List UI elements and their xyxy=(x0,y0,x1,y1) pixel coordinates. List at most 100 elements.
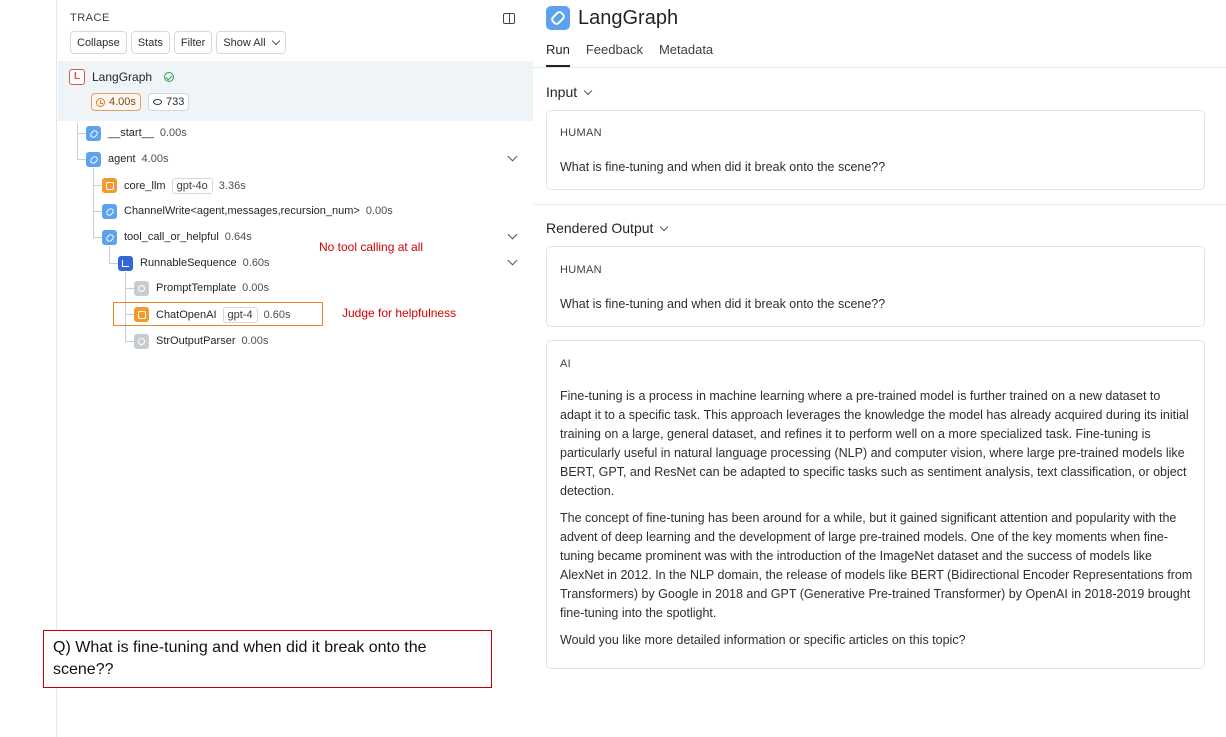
detail-tabs: Run Feedback Metadata xyxy=(546,42,713,67)
chain-icon xyxy=(86,152,101,167)
output-section-header[interactable]: Rendered Output xyxy=(546,220,669,236)
ai-paragraph: The concept of fine-tuning has been arou… xyxy=(560,511,1193,620)
token-badge: 733 xyxy=(148,93,190,111)
stats-button[interactable]: Stats xyxy=(130,31,170,54)
chain-icon xyxy=(102,230,117,245)
chain-icon xyxy=(546,6,570,30)
chevron-down-icon xyxy=(583,86,593,95)
tree-connector xyxy=(77,133,86,134)
trace-node-chatopenai[interactable]: ChatOpenAI gpt-4 0.60s xyxy=(156,307,291,323)
chain-icon xyxy=(102,204,117,219)
tab-metadata[interactable]: Metadata xyxy=(659,42,713,67)
tree-connector xyxy=(77,159,86,160)
node-name: agent xyxy=(108,153,136,165)
node-name: RunnableSequence xyxy=(140,257,237,269)
run-title: LangGraph xyxy=(578,7,679,29)
tree-connector xyxy=(125,341,134,342)
node-duration: 0.60s xyxy=(263,309,291,321)
model-tag: gpt-4o xyxy=(171,178,213,194)
tree-connector xyxy=(93,185,102,186)
toggle-panel-icon[interactable] xyxy=(503,13,515,24)
prompt-icon xyxy=(134,281,149,296)
node-name: core_llm xyxy=(124,180,166,192)
node-duration: 0.00s xyxy=(159,127,187,139)
trace-label: TRACE xyxy=(70,12,110,24)
chevron-down-icon[interactable] xyxy=(507,255,518,266)
ai-response-body: Fine-tuning is a process in machine lear… xyxy=(560,387,1195,658)
output-human-card: HUMAN What is fine-tuning and when did i… xyxy=(546,246,1205,327)
node-duration: 0.60s xyxy=(242,257,270,269)
input-header-label: Input xyxy=(546,84,578,100)
input-section-header[interactable]: Input xyxy=(546,84,593,100)
tab-run[interactable]: Run xyxy=(546,42,570,67)
output-header-label: Rendered Output xyxy=(546,220,654,236)
filter-button-label: Filter xyxy=(180,36,206,49)
llm-icon xyxy=(134,307,149,322)
node-duration: 0.00s xyxy=(365,205,393,217)
tree-connector xyxy=(77,123,78,160)
trace-node-start[interactable]: __start__ 0.00s xyxy=(108,127,187,139)
tree-connector xyxy=(93,168,94,238)
input-message-text: What is fine-tuning and when did it brea… xyxy=(560,160,886,174)
ai-paragraph: Would you like more detailed information… xyxy=(560,633,966,647)
model-tag: gpt-4 xyxy=(222,307,258,323)
trace-node-runnablesequence[interactable]: RunnableSequence 0.60s xyxy=(140,257,270,269)
output-ai-role-label: AI xyxy=(560,358,571,370)
run-detail-panel: LangGraph Run Feedback Metadata Input HU… xyxy=(533,0,1226,737)
chain-icon xyxy=(86,126,101,141)
node-name: ChannelWrite<agent,messages,recursion_nu… xyxy=(124,205,360,217)
annotation-no-tool: No tool calling at all xyxy=(319,240,424,254)
llm-icon xyxy=(102,178,117,193)
tree-connector xyxy=(93,211,102,212)
node-duration: 4.00s xyxy=(141,153,169,165)
trace-node-channelwrite[interactable]: ChannelWrite<agent,messages,recursion_nu… xyxy=(124,205,393,217)
latency-value: 4.00s xyxy=(109,96,136,108)
trace-toolbar: Collapse Stats Filter Show All xyxy=(70,31,286,54)
input-role-label: HUMAN xyxy=(560,127,602,139)
input-message-card: HUMAN What is fine-tuning and when did i… xyxy=(546,110,1205,190)
sequence-icon xyxy=(118,256,133,271)
node-name: tool_call_or_helpful xyxy=(124,231,219,243)
show-all-dropdown[interactable]: Show All xyxy=(216,31,286,54)
node-duration: 3.36s xyxy=(218,180,246,192)
tabs-divider xyxy=(533,67,1226,68)
chevron-down-icon xyxy=(271,36,280,46)
filter-button[interactable]: Filter xyxy=(173,31,213,54)
parser-icon xyxy=(134,334,149,349)
annotation-judge: Judge for helpfulness xyxy=(342,306,457,320)
node-duration: 0.00s xyxy=(242,282,270,294)
tree-connector xyxy=(109,263,118,264)
langgraph-icon: L xyxy=(69,69,85,85)
output-human-role-label: HUMAN xyxy=(560,264,602,276)
output-ai-card: AI Fine-tuning is a process in machine l… xyxy=(546,340,1205,669)
stats-button-label: Stats xyxy=(137,36,163,49)
success-check-icon xyxy=(164,72,174,82)
tree-connector xyxy=(125,288,134,289)
collapse-button-label: Collapse xyxy=(77,36,120,49)
ai-paragraph: Fine-tuning is a process in machine lear… xyxy=(560,389,1189,498)
tab-feedback[interactable]: Feedback xyxy=(586,42,643,67)
node-duration: 0.00s xyxy=(241,335,269,347)
trace-node-prompttemplate[interactable]: PromptTemplate 0.00s xyxy=(156,282,269,294)
tree-connector xyxy=(93,237,102,238)
root-run-name: LangGraph xyxy=(92,70,153,84)
trace-node-tool-call-or-helpful[interactable]: tool_call_or_helpful 0.64s xyxy=(124,231,252,243)
collapse-button[interactable]: Collapse xyxy=(70,31,127,54)
question-callout: Q) What is fine-tuning and when did it b… xyxy=(43,630,492,688)
trace-node-agent[interactable]: agent 4.00s xyxy=(108,153,168,165)
node-name: __start__ xyxy=(108,127,154,139)
clock-icon xyxy=(96,97,105,107)
chevron-down-icon[interactable] xyxy=(507,151,518,162)
node-name: StrOutputParser xyxy=(156,335,236,347)
tree-connector xyxy=(109,246,110,264)
chevron-down-icon[interactable] xyxy=(507,229,518,240)
node-duration: 0.64s xyxy=(224,231,252,243)
section-divider xyxy=(533,204,1226,205)
trace-node-core-llm[interactable]: core_llm gpt-4o 3.36s xyxy=(124,178,246,194)
node-name: PromptTemplate xyxy=(156,282,237,294)
latency-badge: 4.00s xyxy=(91,93,141,111)
chevron-down-icon xyxy=(660,222,669,231)
node-name: ChatOpenAI xyxy=(156,309,217,321)
trace-panel: TRACE Collapse Stats Filter Show All L L… xyxy=(0,0,533,737)
trace-node-stroutputparser[interactable]: StrOutputParser 0.00s xyxy=(156,335,268,347)
